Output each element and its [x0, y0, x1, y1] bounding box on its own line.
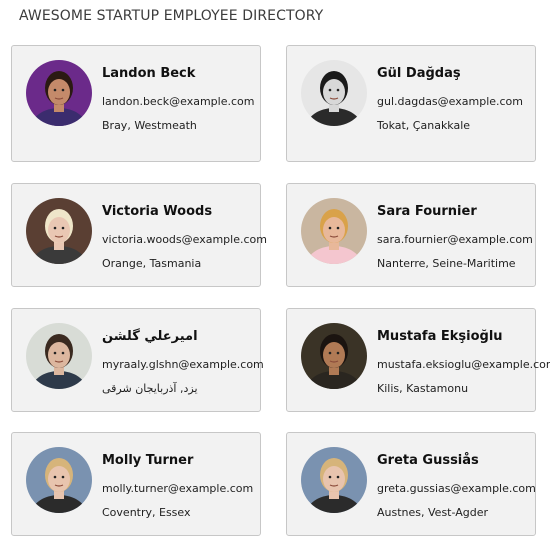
employee-card[interactable]: Mustafa Ekşioğlu mustafa.eksioglu@example… — [286, 308, 550, 412]
employee-email[interactable]: sara.fournier@example.com — [377, 233, 533, 246]
employee-location: Kilis, Kastamonu — [377, 382, 469, 395]
employee-email[interactable]: greta.gussias@example.com — [377, 482, 536, 495]
employee-location: Nanterre, Seine-Maritime — [377, 257, 516, 270]
avatar — [301, 447, 367, 513]
avatar — [26, 323, 92, 389]
avatar — [26, 60, 92, 126]
employee-card[interactable]: Victoria Woods victoria.woods@example.com… — [11, 183, 267, 287]
employee-name: Mustafa Ekşioğlu — [377, 329, 503, 344]
avatar — [301, 323, 367, 389]
employee-email[interactable]: gul.dagdas@example.com — [377, 95, 523, 108]
employee-location: Coventry, Essex — [102, 506, 191, 519]
employee-card[interactable]: Sara Fournier sara.fournier@example.com Na… — [286, 183, 536, 287]
employee-name: اميرعلي گلشن — [102, 329, 198, 344]
employee-directory-page: AWESOME STARTUP EMPLOYEE DIRECTORY Lando… — [0, 0, 550, 550]
page-title: AWESOME STARTUP EMPLOYEE DIRECTORY — [19, 8, 324, 24]
employee-card[interactable]: Greta Gussiås greta.gussias@example.com Au… — [286, 432, 536, 536]
employee-email[interactable]: mustafa.eksioglu@example.com — [377, 358, 550, 371]
employee-location: Austnes, Vest-Agder — [377, 506, 488, 519]
employee-name: Gül Dağdaş — [377, 66, 461, 81]
employee-email[interactable]: landon.beck@example.com — [102, 95, 254, 108]
employee-location: یزد, آذربایجان شرقی — [102, 382, 198, 395]
employee-email[interactable]: myraaly.glshn@example.com — [102, 358, 264, 371]
employee-email[interactable]: molly.turner@example.com — [102, 482, 253, 495]
employee-name: Molly Turner — [102, 453, 194, 468]
employee-location: Bray, Westmeath — [102, 119, 197, 132]
employee-name: Victoria Woods — [102, 204, 213, 219]
employee-name: Greta Gussiås — [377, 453, 479, 468]
employee-email[interactable]: victoria.woods@example.com — [102, 233, 267, 246]
avatar — [301, 60, 367, 126]
employee-location: Orange, Tasmania — [102, 257, 202, 270]
employee-name: Sara Fournier — [377, 204, 477, 219]
employee-location: Tokat, Çanakkale — [377, 119, 471, 132]
employee-name: Landon Beck — [102, 66, 196, 81]
avatar — [301, 198, 367, 264]
avatar — [26, 198, 92, 264]
employee-card[interactable]: اميرعلي گلشن myraaly.glshn@example.com یزد… — [11, 308, 264, 412]
employee-card[interactable]: Landon Beck landon.beck@example.com Bray, … — [11, 45, 261, 162]
employee-card[interactable]: Gül Dağdaş gul.dagdas@example.com Tokat, Ç… — [286, 45, 536, 162]
employee-card[interactable]: Molly Turner molly.turner@example.com Cove… — [11, 432, 261, 536]
avatar — [26, 447, 92, 513]
